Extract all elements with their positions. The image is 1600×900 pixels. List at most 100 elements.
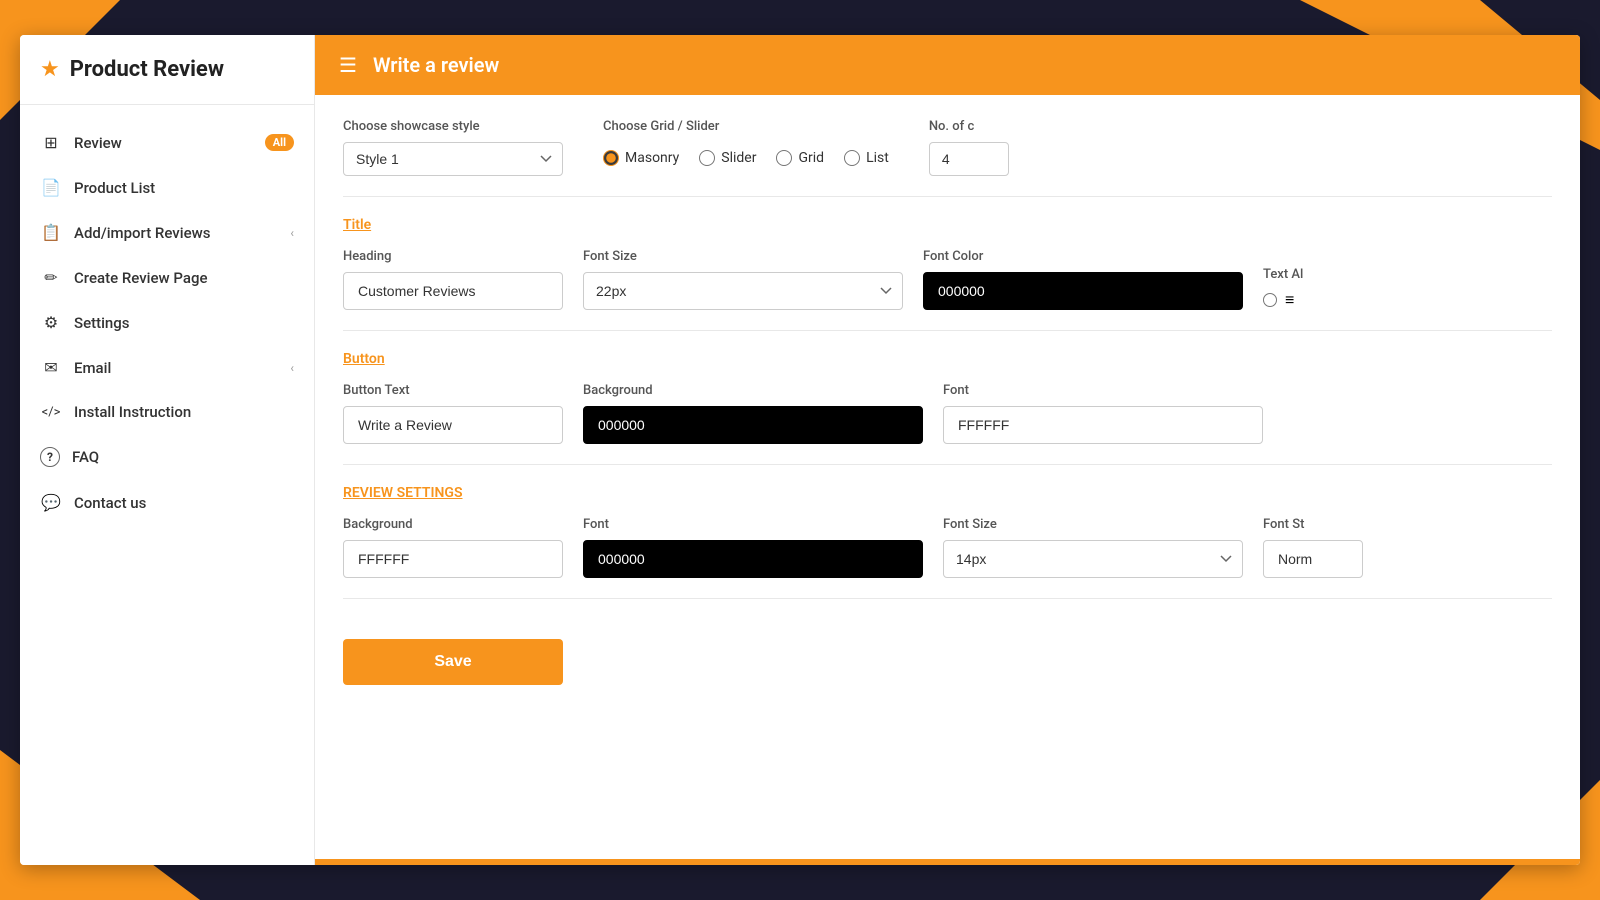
radio-list-input[interactable] <box>844 150 860 166</box>
bottom-bar <box>315 859 1580 865</box>
review-badge: All <box>265 134 294 151</box>
grid-slider-label: Choose Grid / Slider <box>603 119 889 134</box>
heading-input[interactable] <box>343 272 563 310</box>
review-fontsize-field: Font Size 10px12px14px16px18px20px <box>943 517 1243 578</box>
title-section: Title Heading Font Size 12px14px16px18px… <box>343 217 1552 310</box>
sidebar-item-label-add-import: Add/import Reviews <box>74 224 290 242</box>
button-section: Button Button Text Background Font <box>343 351 1552 444</box>
sidebar-item-settings[interactable]: ⚙ Settings <box>20 300 314 345</box>
save-button[interactable]: Save <box>343 639 563 685</box>
font-color-input[interactable] <box>923 272 1243 310</box>
star-icon: ★ <box>40 57 60 82</box>
main-content: ☰ Write a review Choose showcase style S… <box>315 35 1580 865</box>
sidebar-item-label-settings: Settings <box>74 314 294 332</box>
button-text-label: Button Text <box>343 383 563 398</box>
no-of-columns-label: No. of c <box>929 119 1009 134</box>
review-font-label: Font <box>583 517 923 532</box>
sidebar-item-create-review-page[interactable]: ✏ Create Review Page <box>20 255 314 300</box>
radio-slider[interactable]: Slider <box>699 150 756 166</box>
chevron-left-icon: ‹ <box>290 226 294 240</box>
button-font-label: Font <box>943 383 1263 398</box>
font-size-select[interactable]: 12px14px16px18px20px 22px24px26px28px30p… <box>583 272 903 310</box>
sidebar-item-product-list[interactable]: 📄 Product List <box>20 165 314 210</box>
button-section-label: Button <box>343 351 1552 367</box>
review-fontsize-label: Font Size <box>943 517 1243 532</box>
align-icon[interactable]: ≡ <box>1285 290 1294 310</box>
showcase-style-label: Choose showcase style <box>343 119 563 134</box>
review-fontstyle-label: Font St <box>1263 517 1363 532</box>
radio-masonry-input[interactable] <box>603 150 619 166</box>
text-align-group: ≡ <box>1263 290 1303 310</box>
radio-masonry[interactable]: Masonry <box>603 150 679 166</box>
sidebar-nav: ⊞ Review All 📄 Product List 📋 Add/import… <box>20 105 314 865</box>
sidebar-item-label-product-list: Product List <box>74 179 294 197</box>
divider-1 <box>343 196 1552 197</box>
button-font-input[interactable] <box>943 406 1263 444</box>
font-color-label: Font Color <box>923 249 1243 264</box>
review-settings-section: REVIEW SETTINGS Background Font Font Siz… <box>343 485 1552 578</box>
review-font-input[interactable] <box>583 540 923 578</box>
sidebar-item-contact-us[interactable]: 💬 Contact us <box>20 480 314 525</box>
document-icon: 📄 <box>40 178 62 197</box>
divider-3 <box>343 464 1552 465</box>
question-icon: ? <box>40 447 60 467</box>
page-title: Write a review <box>373 53 499 77</box>
review-fontsize-select[interactable]: 10px12px14px16px18px20px <box>943 540 1243 578</box>
sidebar-item-label-review: Review <box>74 134 257 152</box>
review-settings-label: REVIEW SETTINGS <box>343 485 1552 501</box>
edit-icon: ✏ <box>40 268 62 287</box>
grid-icon: ⊞ <box>40 133 62 152</box>
divider-4 <box>343 598 1552 599</box>
button-font-field: Font <box>943 383 1263 444</box>
radio-grid[interactable]: Grid <box>776 150 824 166</box>
sidebar-item-email[interactable]: ✉ Email ‹ <box>20 345 314 390</box>
no-of-columns-input[interactable] <box>929 142 1009 176</box>
button-bg-field: Background <box>583 383 923 444</box>
radio-masonry-label: Masonry <box>625 150 679 166</box>
button-text-field: Button Text <box>343 383 563 444</box>
text-align-field: Text Al ≡ <box>1263 267 1303 310</box>
copy-icon: 📋 <box>40 223 62 242</box>
font-size-field: Font Size 12px14px16px18px20px 22px24px2… <box>583 249 903 310</box>
button-bg-label: Background <box>583 383 923 398</box>
sidebar-item-faq[interactable]: ? FAQ <box>20 434 314 480</box>
button-bg-input[interactable] <box>583 406 923 444</box>
app-container: ★ Product Review ⊞ Review All 📄 Product … <box>20 35 1580 865</box>
text-align-radio[interactable] <box>1263 293 1277 307</box>
sidebar-item-review[interactable]: ⊞ Review All <box>20 120 314 165</box>
review-fontstyle-field: Font St <box>1263 517 1363 578</box>
font-color-field: Font Color <box>923 249 1243 310</box>
review-bg-input[interactable] <box>343 540 563 578</box>
sidebar-item-label-email: Email <box>74 359 290 377</box>
hamburger-icon[interactable]: ☰ <box>339 53 357 77</box>
heading-field: Heading <box>343 249 563 310</box>
radio-grid-input[interactable] <box>776 150 792 166</box>
radio-slider-input[interactable] <box>699 150 715 166</box>
content-area: Choose showcase style Style 1 Style 2 St… <box>315 95 1580 859</box>
no-of-columns-group: No. of c <box>929 119 1009 176</box>
review-font-field: Font <box>583 517 923 578</box>
heading-label: Heading <box>343 249 563 264</box>
sidebar-item-add-import-reviews[interactable]: 📋 Add/import Reviews ‹ <box>20 210 314 255</box>
button-text-input[interactable] <box>343 406 563 444</box>
review-fontstyle-input[interactable] <box>1263 540 1363 578</box>
font-size-label: Font Size <box>583 249 903 264</box>
text-align-label: Text Al <box>1263 267 1303 282</box>
review-settings-form-row: Background Font Font Size 10px12px14px16… <box>343 517 1552 578</box>
radio-grid-label: Grid <box>798 150 824 166</box>
radio-list[interactable]: List <box>844 150 889 166</box>
code-icon: </> <box>40 405 62 420</box>
showcase-style-group: Choose showcase style Style 1 Style 2 St… <box>343 119 563 176</box>
sidebar-logo: ★ Product Review <box>20 35 314 105</box>
title-form-row: Heading Font Size 12px14px16px18px20px 2… <box>343 249 1552 310</box>
chat-icon: 💬 <box>40 493 62 512</box>
divider-2 <box>343 330 1552 331</box>
app-title: Product Review <box>70 57 224 82</box>
sidebar-item-label-contact: Contact us <box>74 494 294 512</box>
sidebar-item-install-instruction[interactable]: </> Install Instruction <box>20 390 314 434</box>
sidebar-item-label-create-review-page: Create Review Page <box>74 269 294 287</box>
showcase-style-select[interactable]: Style 1 Style 2 Style 3 <box>343 142 563 176</box>
review-bg-field: Background <box>343 517 563 578</box>
top-header: ☰ Write a review <box>315 35 1580 95</box>
radio-list-label: List <box>866 150 889 166</box>
